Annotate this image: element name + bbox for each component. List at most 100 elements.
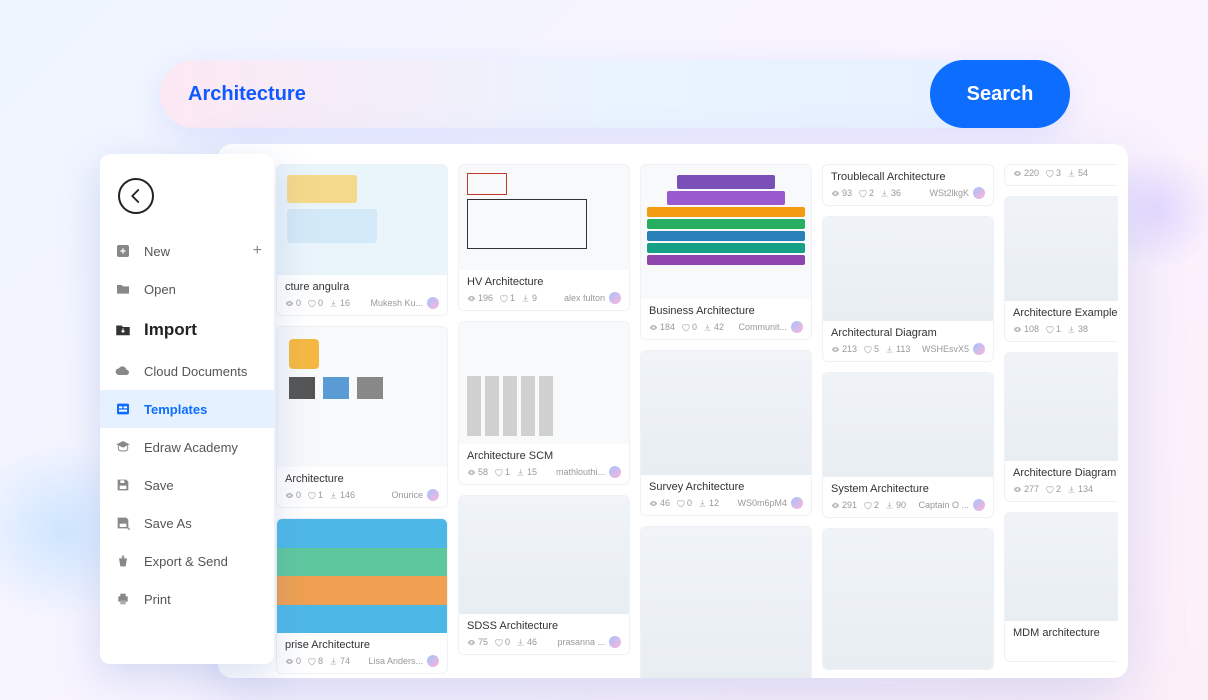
- views-stat: 213: [831, 344, 857, 354]
- downloads-stat: 146: [329, 490, 355, 500]
- sidebar-item-new[interactable]: New+: [100, 232, 274, 270]
- downloads-stat: 15: [516, 467, 537, 477]
- template-author: prasanna ...: [557, 636, 621, 648]
- sidebar-item-open[interactable]: Open: [100, 270, 274, 308]
- template-meta: 93236WSt2lkgK: [823, 185, 993, 205]
- downloads-stat: 90: [885, 500, 906, 510]
- template-title: MDM architecture: [1005, 621, 1118, 641]
- template-thumbnail: [459, 165, 629, 270]
- views-stat: 0: [285, 490, 301, 500]
- template-meta: 2135113WSHEsvX5: [823, 341, 993, 361]
- template-author: Onurice: [391, 489, 439, 501]
- avatar-icon: [427, 297, 439, 309]
- template-title: Architecture: [277, 467, 447, 487]
- likes-stat: 0: [681, 322, 697, 332]
- template-card[interactable]: Troublecall Architecture93236WSt2lkgK: [822, 164, 994, 206]
- menu-label: Edraw Academy: [144, 440, 238, 455]
- menu-label: Save As: [144, 516, 192, 531]
- template-thumbnail: [459, 322, 629, 444]
- template-card[interactable]: Architecture SCM58115mathlouthi...: [458, 321, 630, 485]
- likes-stat: 3: [1045, 168, 1061, 178]
- likes-stat: 1: [494, 467, 510, 477]
- template-card[interactable]: Architectural Diagram2135113WSHEsvX5: [822, 216, 994, 362]
- template-thumbnail: [277, 519, 447, 633]
- template-thumbnail: [1005, 353, 1118, 461]
- open-icon: [114, 280, 132, 298]
- views-stat: 184: [649, 322, 675, 332]
- search-bar[interactable]: Architecture Search: [160, 60, 1070, 128]
- template-thumbnail: [277, 327, 447, 467]
- template-card[interactable]: [822, 528, 994, 670]
- menu-label: Export & Send: [144, 554, 228, 569]
- template-card[interactable]: HV Architecture19619alex fulton: [458, 164, 630, 311]
- likes-stat: 0: [494, 637, 510, 647]
- template-card[interactable]: MDM architecture: [1004, 512, 1118, 662]
- template-thumbnail: [641, 351, 811, 475]
- downloads-stat: 12: [698, 498, 719, 508]
- new-icon: [114, 242, 132, 260]
- template-meta: 19619alex fulton: [459, 290, 629, 310]
- downloads-stat: 54: [1067, 168, 1088, 178]
- template-title: SDSS Architecture: [459, 614, 629, 634]
- template-card[interactable]: Architecture Diagram2772134Cher...: [1004, 352, 1118, 502]
- sidebar-item-import[interactable]: Import: [100, 308, 274, 352]
- views-stat: 220: [1013, 168, 1039, 178]
- template-meta: 0874Lisa Anders...: [277, 653, 447, 673]
- template-author: WS0m6pM4: [737, 497, 803, 509]
- template-thumbnail: [641, 165, 811, 299]
- template-title: HV Architecture: [459, 270, 629, 290]
- search-input-text[interactable]: Architecture: [188, 83, 930, 106]
- template-author: mathlouthi...: [556, 466, 621, 478]
- template-title: Architecture Diagram: [1005, 461, 1118, 481]
- sidebar-item-export-send[interactable]: Export & Send: [100, 542, 274, 580]
- likes-stat: 0: [307, 298, 323, 308]
- avatar-icon: [791, 497, 803, 509]
- template-title: Survey Architecture: [641, 475, 811, 495]
- search-button[interactable]: Search: [930, 60, 1070, 128]
- downloads-stat: 42: [703, 322, 724, 332]
- template-card[interactable]: 220 3 54: [1004, 164, 1118, 186]
- cloud-documents-icon: [114, 362, 132, 380]
- sidebar-item-save[interactable]: Save: [100, 466, 274, 504]
- sidebar-item-cloud-documents[interactable]: Cloud Documents: [100, 352, 274, 390]
- template-card[interactable]: Architecture Example108138Rah...: [1004, 196, 1118, 342]
- template-card[interactable]: Architecture01146Onurice: [276, 326, 448, 508]
- template-title: System Architecture: [823, 477, 993, 497]
- template-title: Architecture Example: [1005, 301, 1118, 321]
- menu-label: Print: [144, 592, 171, 607]
- template-thumbnail: [1005, 513, 1118, 621]
- template-card[interactable]: prise Architecture0874Lisa Anders...: [276, 518, 448, 674]
- menu-label: Open: [144, 282, 176, 297]
- template-card[interactable]: cture angulra0016Mukesh Ku...: [276, 164, 448, 316]
- sidebar-item-edraw-academy[interactable]: Edraw Academy: [100, 428, 274, 466]
- template-title: prise Architecture: [277, 633, 447, 653]
- avatar-icon: [973, 187, 985, 199]
- sidebar-item-save-as[interactable]: Save As: [100, 504, 274, 542]
- sidebar-item-templates[interactable]: Templates: [100, 390, 274, 428]
- likes-stat: 2: [863, 500, 879, 510]
- template-card[interactable]: SDSS Architecture75046prasanna ...: [458, 495, 630, 655]
- template-author: alex fulton: [564, 292, 621, 304]
- template-author: Captain O ...: [918, 499, 985, 511]
- template-title: Business Architecture: [641, 299, 811, 319]
- views-stat: 196: [467, 293, 493, 303]
- template-thumbnail: [823, 373, 993, 477]
- template-card[interactable]: [640, 526, 812, 678]
- back-button[interactable]: [118, 178, 154, 214]
- template-card[interactable]: System Architecture291290Captain O ...: [822, 372, 994, 518]
- views-stat: 0: [285, 656, 301, 666]
- print-icon: [114, 590, 132, 608]
- avatar-icon: [609, 292, 621, 304]
- likes-stat: 1: [1045, 324, 1061, 334]
- template-card[interactable]: Survey Architecture46012WS0m6pM4: [640, 350, 812, 516]
- template-card[interactable]: Business Architecture184042Communit...: [640, 164, 812, 340]
- sidebar-item-print[interactable]: Print: [100, 580, 274, 618]
- template-thumbnail: [641, 527, 811, 678]
- arrow-left-icon: [127, 187, 145, 205]
- views-stat: 108: [1013, 324, 1039, 334]
- save-icon: [114, 476, 132, 494]
- views-stat: 46: [649, 498, 670, 508]
- downloads-stat: 46: [516, 637, 537, 647]
- save-as-icon: [114, 514, 132, 532]
- avatar-icon: [973, 499, 985, 511]
